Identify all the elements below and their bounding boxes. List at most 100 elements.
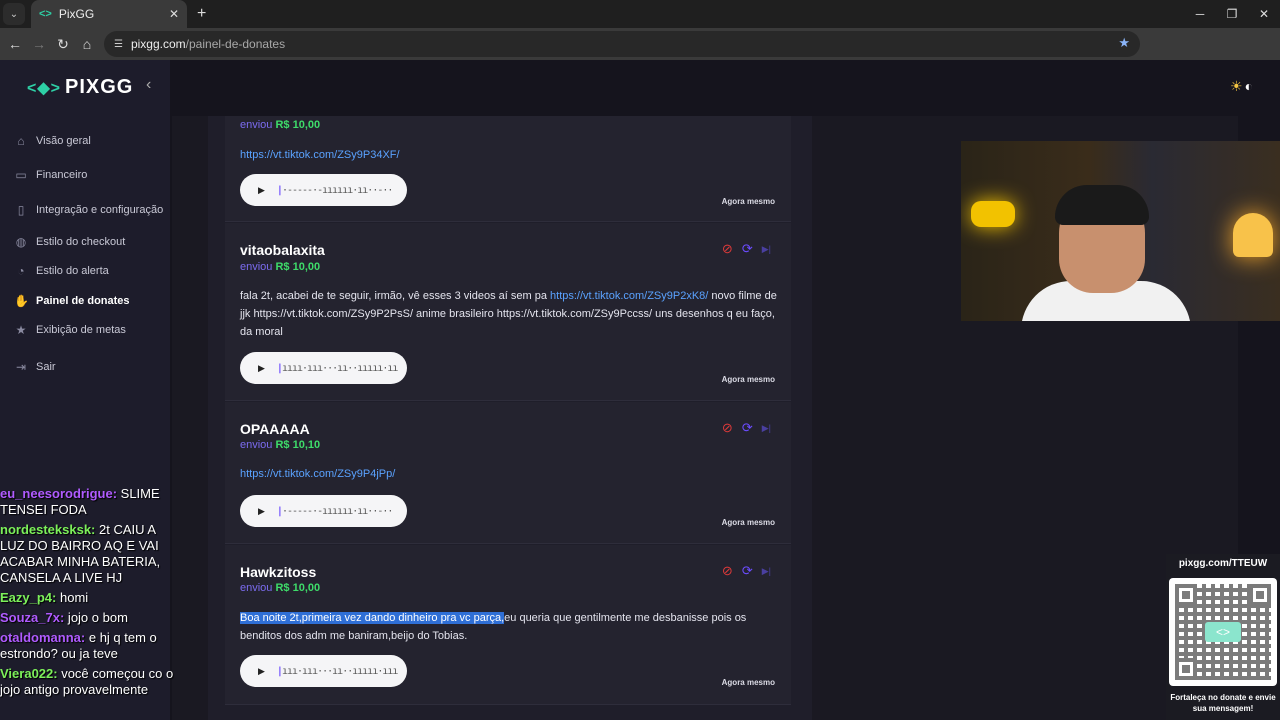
donation-message: https://vt.tiktok.com/ZSy9P4jPp/ <box>240 465 780 483</box>
play-icon[interactable]: ▶ <box>258 666 265 677</box>
play-icon[interactable]: ▶ <box>258 185 265 196</box>
replay-icon[interactable]: ⟳ <box>742 241 753 257</box>
tab-title: PixGG <box>58 7 95 21</box>
skip-icon[interactable]: ▶| <box>762 566 771 577</box>
address-bar[interactable]: ☰ pixgg.com/painel-de-donates ★ <box>104 31 1140 57</box>
donation-time: Agora mesmo <box>721 375 775 384</box>
sidebar-item-label: Painel de donates <box>36 295 130 307</box>
forward-icon[interactable]: → <box>27 36 51 52</box>
sidebar-item-painel-donates[interactable]: ✋ Painel de donates <box>14 294 130 308</box>
theme-toggle[interactable]: ☀ ◐ <box>1230 78 1253 95</box>
sidebar-item-integracao[interactable]: ▯ Integração e configuração <box>14 203 164 217</box>
donate-icon: ✋ <box>14 294 29 308</box>
close-window-icon[interactable]: ✕ <box>1248 0 1280 28</box>
sidebar-item-exibicao-metas[interactable]: ★ Exibição de metas <box>14 323 126 337</box>
palette-icon: ◍ <box>15 235 27 249</box>
chat-username: Souza_7x: <box>0 610 65 625</box>
skip-icon[interactable]: ▶| <box>762 244 771 255</box>
restore-icon[interactable]: ❐ <box>1216 0 1248 28</box>
replay-icon[interactable]: ⟳ <box>742 420 753 436</box>
pixgg-logo-icon: <◆> <box>27 79 61 97</box>
tab-search-icon[interactable]: ⌄ <box>3 3 25 25</box>
url-domain: pixgg.com <box>130 37 186 51</box>
chat-username: eu_neesorodrigue: <box>0 486 118 501</box>
webcam-overlay <box>961 141 1280 321</box>
audio-player[interactable]: ▶ |ıııı·ııı···ıı··ııııı·ıı <box>240 352 407 384</box>
sidebar-item-sair[interactable]: ⇥ Sair <box>14 360 56 374</box>
moon-icon: ◐ <box>1244 78 1254 94</box>
sidebar-item-label: Integração e configuração <box>36 204 164 216</box>
qr-finder <box>1175 584 1197 606</box>
sidebar-item-label: Estilo do alerta <box>36 265 109 277</box>
sidebar-item-label: Financeiro <box>36 169 88 181</box>
back-icon[interactable]: ← <box>3 36 27 52</box>
sent-label: enviou <box>240 261 273 273</box>
lamp-right <box>1233 213 1273 257</box>
donation-time: Agora mesmo <box>721 678 775 687</box>
donation-amount: R$ 10,10 <box>275 439 321 451</box>
card-actions: ⊘ ⟳ ▶| <box>722 420 771 436</box>
qr-caption: Fortaleça no donate e envie sua mensagem… <box>1170 693 1276 713</box>
sidebar-item-financeiro[interactable]: ▭ Financeiro <box>14 168 87 182</box>
chat-message: eu_neesorodrigue: SLIME TENSEI FODA <box>0 486 182 518</box>
message-link[interactable]: https://vt.tiktok.com/ZSy9P4jPp/ <box>240 468 395 480</box>
bookmark-star-icon[interactable]: ★ <box>1118 35 1130 51</box>
browser-titlebar: ⌄ <> PixGG ✕ + ─ ❐ ✕ <box>0 0 1280 28</box>
sidebar-item-estilo-checkout[interactable]: ◍ Estilo do checkout <box>14 235 126 249</box>
collapse-sidebar-icon[interactable]: ‹ <box>146 76 151 94</box>
donation-card: enviou R$ 10,00 https://vt.tiktok.com/ZS… <box>225 116 791 222</box>
lamp-left <box>971 201 1015 227</box>
chat-message: Eazy_p4: homi <box>0 590 182 606</box>
waveform[interactable]: |ııı·ııı···ıı··ııııı·ııı <box>277 666 399 677</box>
replay-icon[interactable]: ⟳ <box>742 563 753 579</box>
home-icon[interactable]: ⌂ <box>75 36 99 52</box>
minimize-icon[interactable]: ─ <box>1184 0 1216 28</box>
skip-icon[interactable]: ▶| <box>762 423 771 434</box>
sidebar-item-label: Visão geral <box>36 135 91 147</box>
waveform[interactable]: |ıııı·ııı···ıı··ııııı·ıı <box>277 363 399 374</box>
chat-username: Viera022: <box>0 666 58 681</box>
donation-amount-line: enviou R$ 10,00 <box>240 261 320 273</box>
donation-amount-line: enviou R$ 10,00 <box>240 582 320 594</box>
chat-message: nordesteksksk: 2t CAIU A LUZ DO BAIRRO A… <box>0 522 182 586</box>
browser-tab[interactable]: <> PixGG ✕ <box>31 0 187 28</box>
play-icon[interactable]: ▶ <box>258 506 265 517</box>
url-text[interactable]: pixgg.com/painel-de-donates <box>131 37 285 51</box>
audio-player[interactable]: ▶ |ııı·ııı···ıı··ııııı·ııı <box>240 655 407 687</box>
block-icon[interactable]: ⊘ <box>722 241 733 257</box>
close-tab-icon[interactable]: ✕ <box>169 7 179 21</box>
message-text-selected[interactable]: Boa noite 2t,primeira vez dando dinheiro… <box>240 612 505 624</box>
bell-icon: ◔ <box>17 264 25 278</box>
waveform[interactable]: |·-----·-ıııııı·ıı··-·· <box>277 506 393 517</box>
play-icon[interactable]: ▶ <box>258 363 265 374</box>
chat-message: otaldomanna: e hj q tem o estrondo? ou j… <box>0 630 182 662</box>
sidebar-item-visao-geral[interactable]: ⌂ Visão geral <box>14 134 91 148</box>
pixgg-logo-icon: <> <box>1205 622 1241 642</box>
url-path: /painel-de-donates <box>185 37 286 51</box>
chat-message: Souza_7x: jojo o bom <box>0 610 182 626</box>
donation-amount-line: enviou R$ 10,10 <box>240 439 320 451</box>
audio-player[interactable]: ▶ |·-----·-ıııııı·ıı··-·· <box>240 174 407 206</box>
donor-name: vitaobalaxita <box>240 242 325 258</box>
sidebar-item-estilo-alerta[interactable]: ◔ Estilo do alerta <box>14 264 109 278</box>
donation-amount-line: enviou R$ 10,00 <box>240 119 320 131</box>
message-link[interactable]: https://vt.tiktok.com/ZSy9P2xK8/ <box>550 290 708 302</box>
logo[interactable]: <◆> PIXGG <box>27 76 133 99</box>
site-info-icon[interactable]: ☰ <box>114 39 123 50</box>
audio-player[interactable]: ▶ |·-----·-ıııııı·ıı··-·· <box>240 495 407 527</box>
message-link[interactable]: https://vt.tiktok.com/ZSy9P34XF/ <box>240 149 400 161</box>
card-actions: ⊘ ⟳ ▶| <box>722 241 771 257</box>
reload-icon[interactable]: ↻ <box>51 36 75 53</box>
block-icon[interactable]: ⊘ <box>722 420 733 436</box>
pixgg-logo-icon: <> <box>39 8 52 20</box>
waveform[interactable]: |·-----·-ıııııı·ıı··-·· <box>277 185 393 196</box>
qr-url: pixgg.com/TTEUW <box>1178 558 1268 569</box>
donation-amount: R$ 10,00 <box>275 261 321 273</box>
chat-username: Eazy_p4: <box>0 590 57 605</box>
block-icon[interactable]: ⊘ <box>722 563 733 579</box>
donation-amount: R$ 10,00 <box>275 119 321 131</box>
message-text: fala 2t, acabei de te seguir, irmão, vê … <box>240 290 551 302</box>
browser-toolbar: ← → ↻ ⌂ ☰ pixgg.com/painel-de-donates ★ … <box>0 28 1280 80</box>
card-actions: ⊘ ⟳ ▶| <box>722 563 771 579</box>
new-tab-icon[interactable]: + <box>197 5 206 23</box>
